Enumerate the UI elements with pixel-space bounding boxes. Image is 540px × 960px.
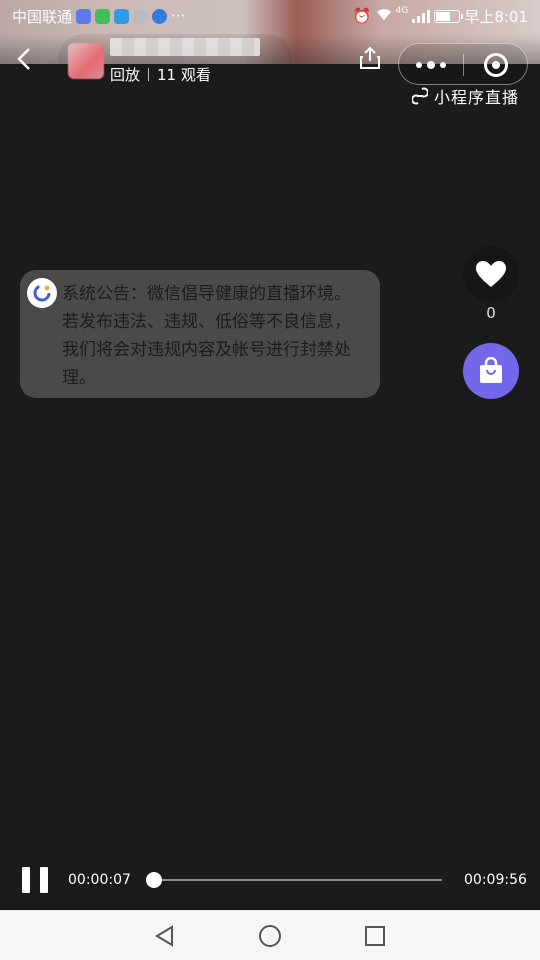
like-count: 0: [486, 304, 496, 322]
carrier-name: 中国联通: [12, 7, 73, 26]
mini-program-label: 小程序直播: [434, 88, 520, 107]
avatar[interactable]: [68, 43, 104, 79]
clock: 早上8:01: [464, 7, 528, 26]
close-mini-program-icon: [484, 53, 508, 77]
like-button[interactable]: [463, 246, 519, 302]
nav-home-button[interactable]: [257, 923, 283, 949]
notice-text: 系统公告：微信倡导健康的直播环境。若发布违法、违规、低俗等不良信息，我们将会对违…: [62, 284, 351, 388]
back-icon: [17, 48, 30, 70]
share-icon: [360, 46, 380, 69]
current-time: 00:00:07: [68, 872, 131, 888]
mini-program-live-tag: 小程序直播: [412, 84, 519, 108]
more-icon: [416, 62, 422, 68]
wifi-icon: [376, 7, 392, 25]
nav-back-icon: [155, 925, 173, 947]
alarm-icon: ⏰: [352, 7, 372, 25]
system-notice: 系统公告：微信倡导健康的直播环境。若发布违法、违规、低俗等不良信息，我们将会对违…: [20, 270, 380, 398]
status-bar: 中国联通 ··· ⏰ 4G 早上8:01: [0, 0, 540, 32]
nav-back-button[interactable]: [152, 923, 178, 949]
signal-icon: [412, 9, 431, 23]
notification-app-icon: [133, 8, 149, 24]
divider: [148, 68, 150, 81]
announcement-icon: [27, 278, 57, 308]
notification-app-icon: [114, 8, 130, 24]
back-button[interactable]: [14, 44, 44, 74]
share-button[interactable]: [352, 40, 388, 76]
progress-track[interactable]: [145, 872, 442, 888]
notification-app-icon: [95, 8, 111, 24]
more-notifications-icon: ···: [171, 7, 186, 25]
heart-icon: [476, 261, 506, 287]
pause-button[interactable]: [22, 867, 48, 893]
player-controls: 00:00:07 00:09:56: [0, 860, 540, 900]
link-icon: [412, 87, 428, 105]
live-meta: 回放 11 观看: [110, 64, 211, 85]
notification-app-icon: [76, 8, 92, 24]
shopping-bag-icon: [480, 357, 502, 383]
shop-button[interactable]: [463, 343, 519, 399]
nav-recents-button[interactable]: [362, 923, 388, 949]
network-type: 4G: [395, 5, 409, 16]
nav-home-icon: [259, 925, 281, 947]
total-time: 00:09:56: [464, 872, 527, 888]
mini-program-capsule: [398, 43, 528, 85]
host-name-blurred: [110, 38, 260, 56]
more-button[interactable]: [399, 44, 463, 86]
pause-icon: [22, 867, 30, 893]
notification-app-icon: [152, 8, 168, 24]
progress-thumb[interactable]: [145, 872, 162, 888]
close-mini-program-button[interactable]: [464, 44, 528, 86]
battery-icon: [434, 9, 464, 23]
nav-recents-icon: [365, 926, 385, 946]
system-nav-bar: [0, 910, 540, 960]
viewer-count: 11 观看: [157, 66, 211, 84]
replay-label: 回放: [110, 66, 141, 84]
